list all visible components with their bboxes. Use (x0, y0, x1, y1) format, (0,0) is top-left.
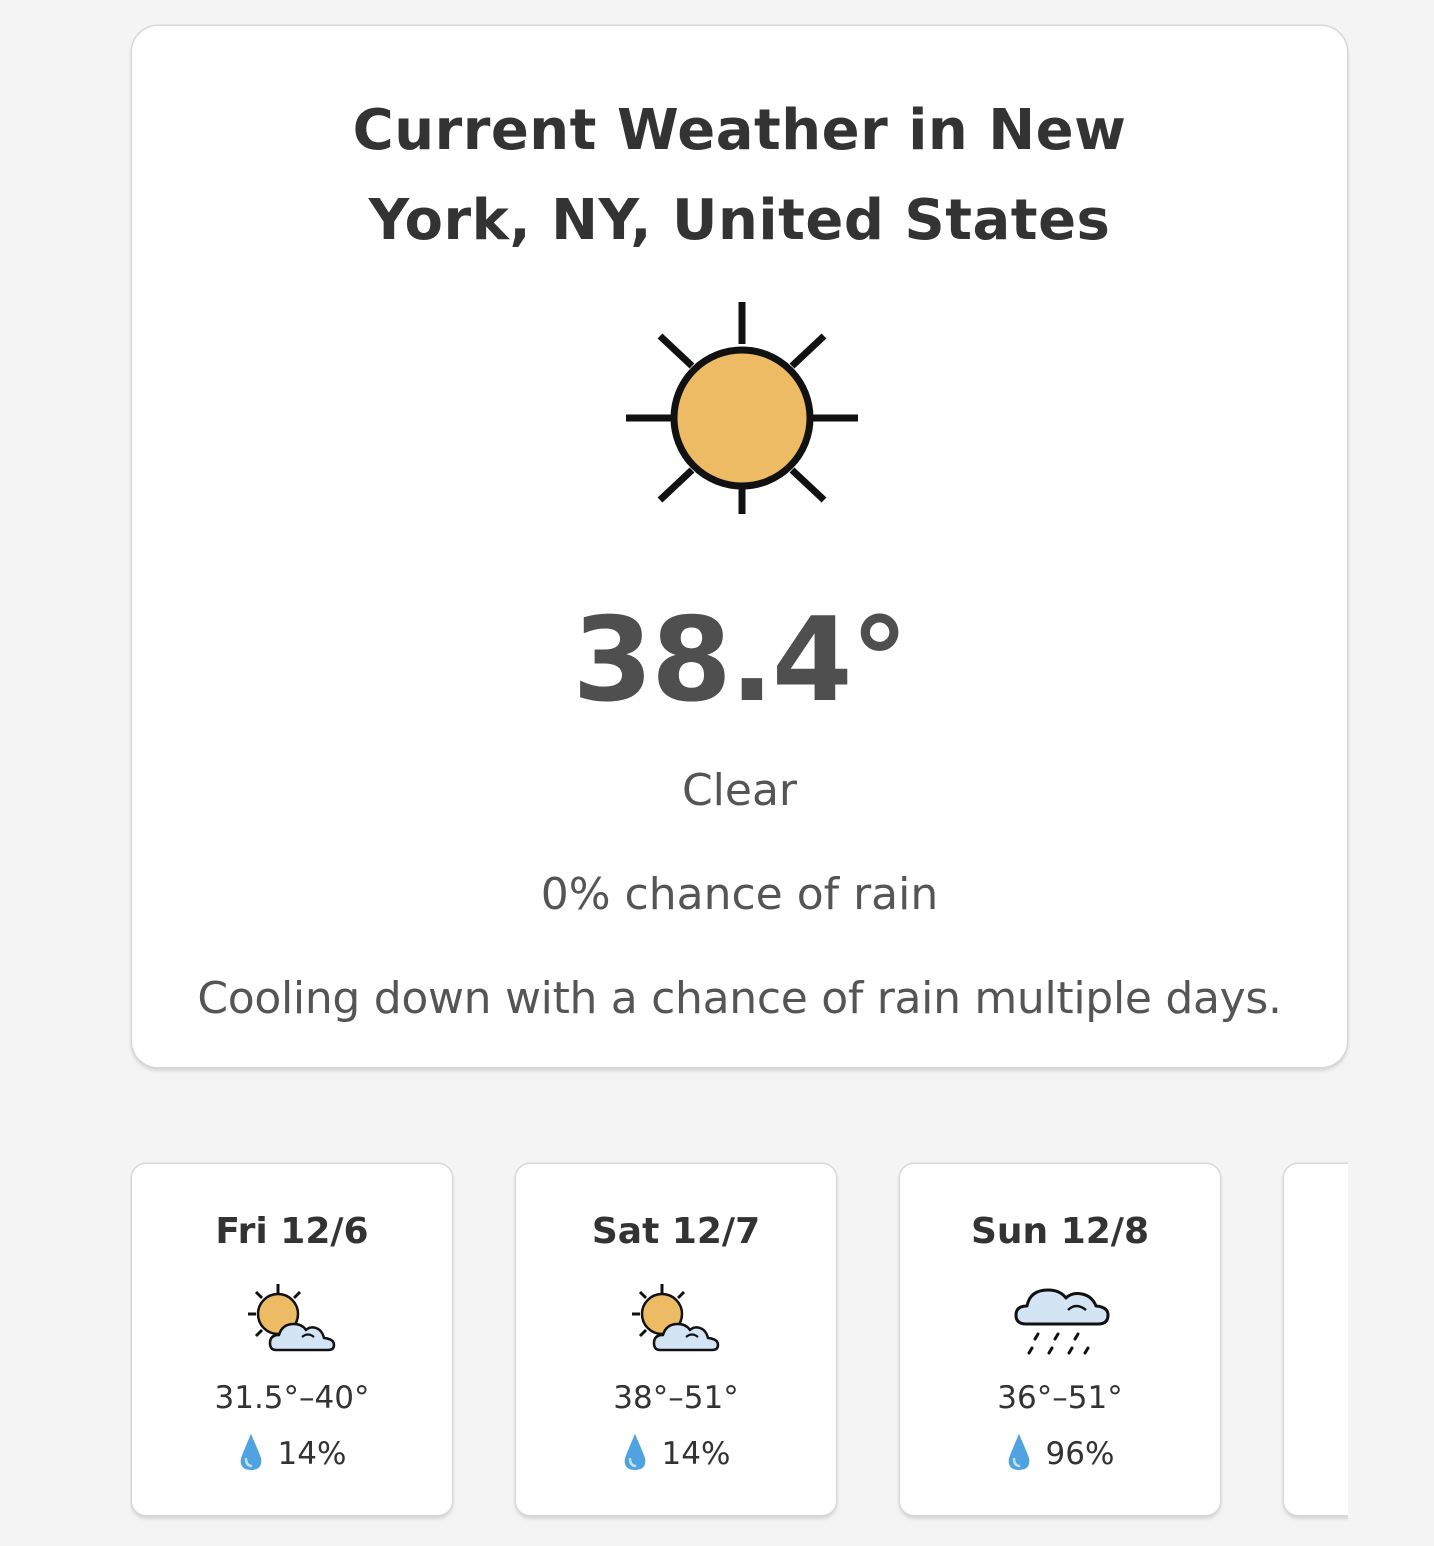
forecast-day-label: Fri 12/6 (215, 1211, 369, 1252)
forecast-temp-range: 31.5°–40° (214, 1380, 370, 1416)
sun-icon (626, 302, 858, 514)
raindrop-icon (1008, 1434, 1029, 1470)
title-line-2: York, NY, United States (368, 188, 1111, 253)
weather-condition: Clear (681, 765, 798, 816)
forecast-precip: 14% (132, 1432, 452, 1476)
forecast-day-card[interactable]: Fri 12/6 31.5°–40° 14% (132, 1164, 452, 1515)
title-line-1: Current Weather in New (352, 98, 1127, 163)
forecast-day-card[interactable]: Sun 12/8 36°–51° 96% (900, 1164, 1220, 1515)
page-title: Current Weather in New York, NY, United … (132, 86, 1347, 266)
current-temperature: 38.4° (572, 593, 908, 728)
raindrop-icon (240, 1434, 261, 1470)
rain-chance: 0% chance of rain (540, 869, 939, 920)
forecast-day-label: Sat 12/7 (591, 1211, 761, 1252)
forecast-day-label: Sun 12/8 (970, 1211, 1149, 1252)
forecast-precip: 14% (516, 1432, 836, 1476)
forecast-day-card-partial[interactable] (1284, 1164, 1348, 1515)
partly-cloudy-icon (632, 1284, 720, 1352)
raindrop-icon (624, 1434, 645, 1470)
current-weather-card: Current Weather in New York, NY, United … (132, 26, 1347, 1067)
forecast-precip: 96% (900, 1432, 1220, 1476)
forecast-summary: Cooling down with a chance of rain multi… (197, 973, 1282, 1024)
forecast-day-card[interactable]: Sat 12/7 38°–51° 14% (516, 1164, 836, 1515)
forecast-temp-range: 38°–51° (613, 1380, 739, 1416)
partly-cloudy-icon (248, 1284, 336, 1352)
forecast-precip-value: 14% (277, 1436, 347, 1472)
forecast-temp-range: 36°–51° (997, 1380, 1123, 1416)
forecast-strip[interactable]: Fri 12/6 31.5°–40° 14% Sat 12/7 38°–51° … (130, 1160, 1348, 1540)
forecast-precip-value: 96% (1045, 1436, 1115, 1472)
rain-cloud-icon (1014, 1288, 1110, 1355)
forecast-precip-value: 14% (661, 1436, 731, 1472)
